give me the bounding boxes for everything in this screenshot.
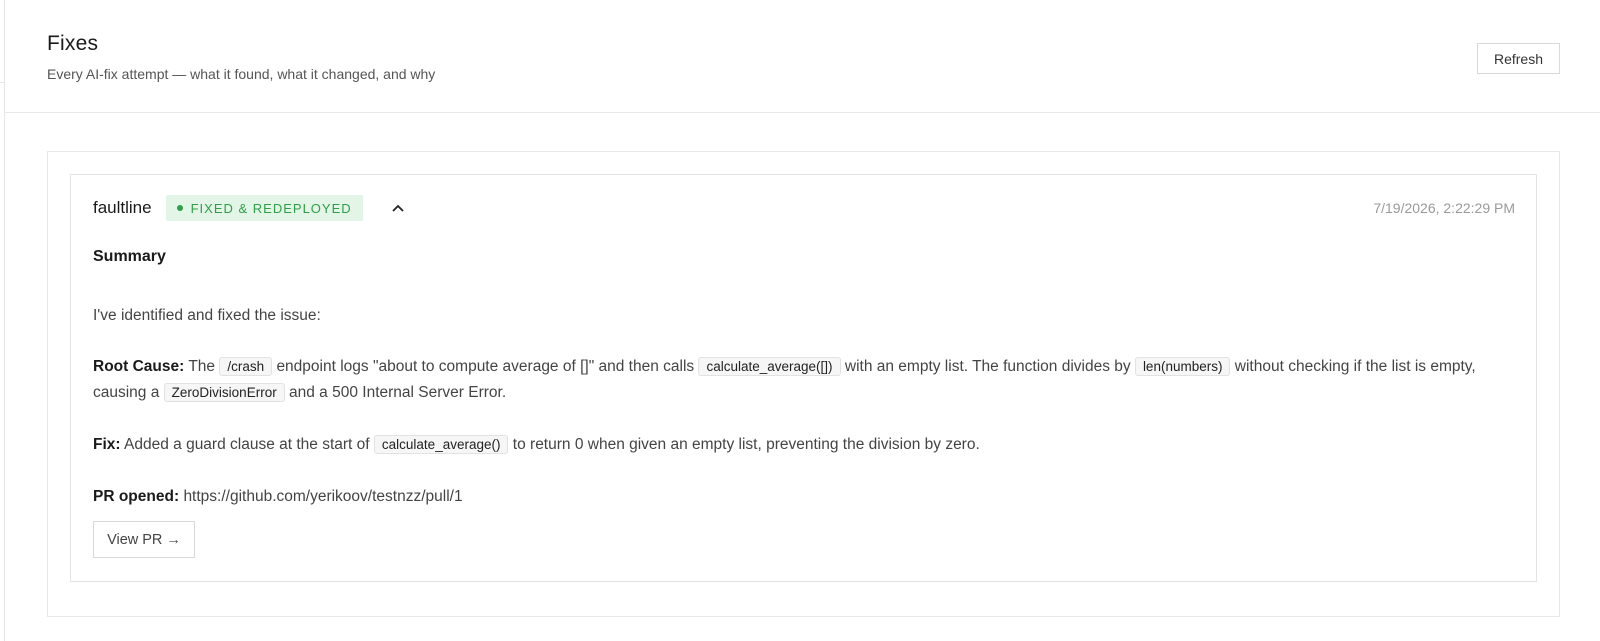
text-segment: and a 500 Internal Server Error. bbox=[289, 384, 507, 401]
fix-paragraph: Fix: Added a guard clause at the start o… bbox=[93, 432, 1493, 458]
fix-card-header: faultline FIXED & REDEPLOYED bbox=[93, 195, 409, 221]
fix-label: Fix: bbox=[93, 436, 121, 453]
status-badge: FIXED & REDEPLOYED bbox=[165, 195, 363, 221]
page-title: Fixes bbox=[47, 32, 99, 55]
pr-label: PR opened: bbox=[93, 488, 180, 505]
inline-code: calculate_average([]) bbox=[698, 357, 841, 376]
project-name: faultline bbox=[93, 198, 152, 217]
fixes-list: faultline FIXED & REDEPLOYED 7/19/2026, … bbox=[47, 151, 1560, 617]
pr-url: https://github.com/yerikoov/testnzz/pull… bbox=[183, 488, 463, 505]
fix-card: faultline FIXED & REDEPLOYED 7/19/2026, … bbox=[70, 174, 1537, 582]
status-label: FIXED & REDEPLOYED bbox=[190, 200, 352, 216]
inline-code: ZeroDivisionError bbox=[163, 383, 285, 402]
summary-heading: Summary bbox=[93, 248, 166, 265]
inline-code: calculate_average() bbox=[373, 435, 509, 454]
text-segment: Added a guard clause at the start of bbox=[124, 436, 370, 453]
fix-timestamp: 7/19/2026, 2:22:29 PM bbox=[1373, 200, 1515, 216]
text-segment: with an empty list. The function divides… bbox=[844, 358, 1131, 375]
page-header: Fixes Every AI-fix attempt — what it fou… bbox=[5, 0, 1600, 113]
text-segment: to return 0 when given an empty list, pr… bbox=[512, 436, 980, 453]
summary-intro: I've identified and fixed the issue: bbox=[93, 307, 321, 324]
chevron-up-icon[interactable] bbox=[387, 197, 409, 219]
status-dot-icon bbox=[176, 205, 183, 211]
page-subtitle: Every AI-fix attempt — what it found, wh… bbox=[47, 66, 436, 82]
inline-code: len(numbers) bbox=[1134, 357, 1231, 376]
view-pr-button[interactable]: View PR → bbox=[93, 521, 195, 558]
root-cause-label: Root Cause: bbox=[93, 358, 185, 375]
root-cause-paragraph: Root Cause: The /crash endpoint logs "ab… bbox=[93, 354, 1493, 406]
text-segment: endpoint logs "about to compute average … bbox=[276, 358, 695, 375]
refresh-button[interactable]: Refresh bbox=[1477, 43, 1560, 74]
pr-paragraph: PR opened: https://github.com/yerikoov/t… bbox=[93, 484, 1493, 510]
text-segment: The bbox=[188, 358, 216, 375]
inline-code: /crash bbox=[219, 357, 273, 376]
